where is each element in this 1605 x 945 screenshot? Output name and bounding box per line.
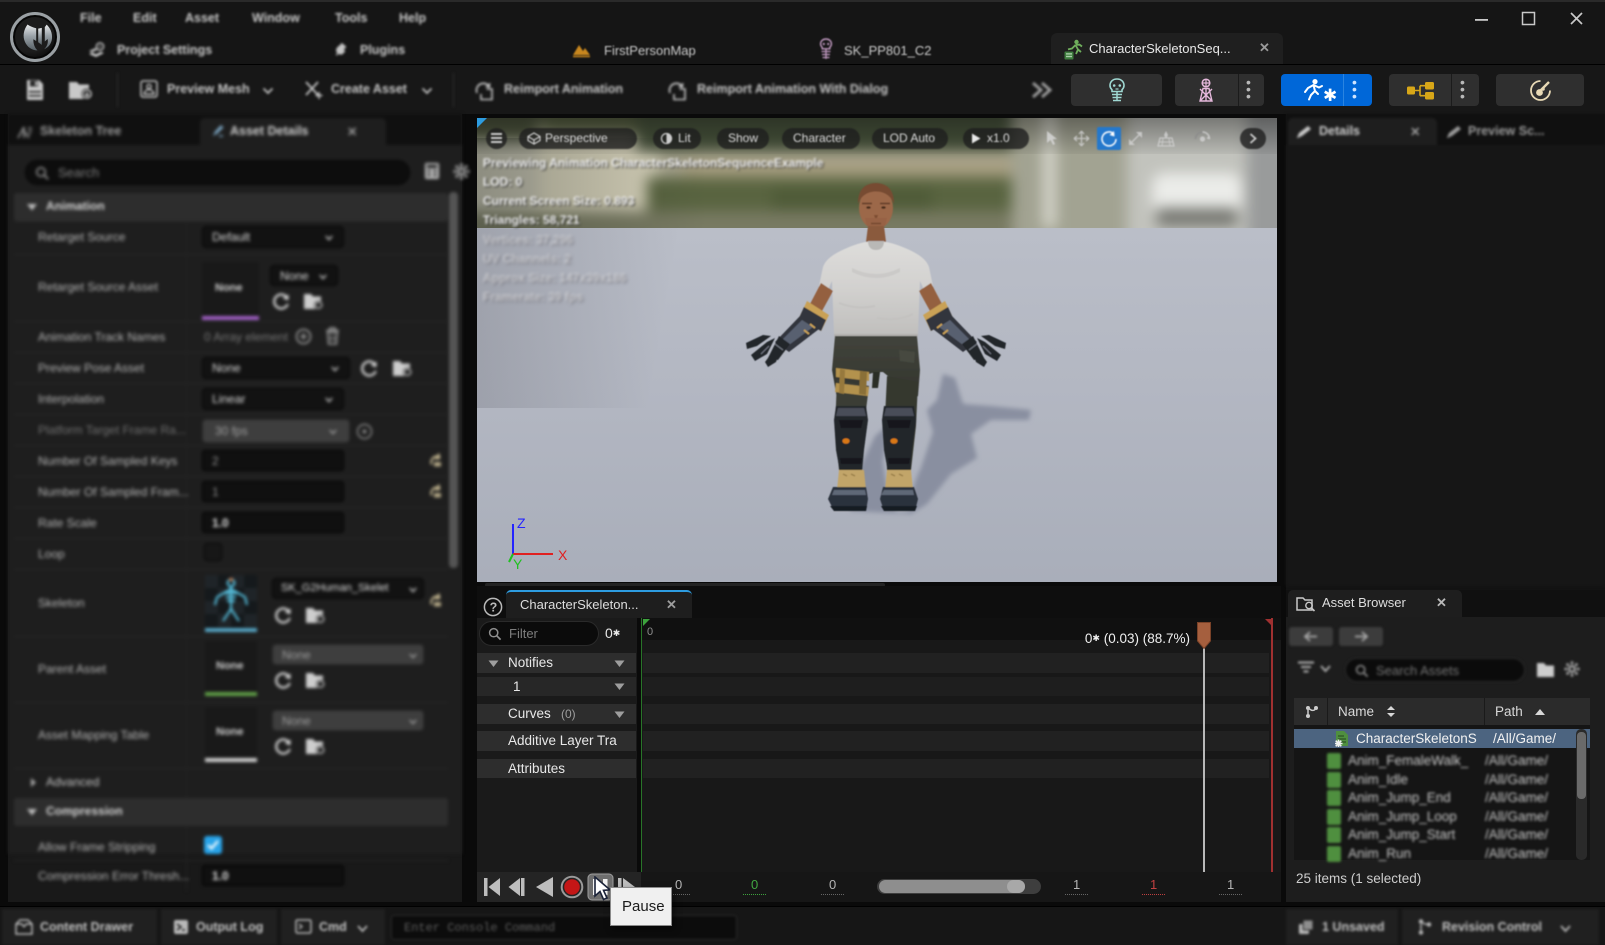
svg-text:Y: Y (513, 556, 523, 571)
svg-text:X: X (558, 547, 568, 563)
svg-text:?: ? (490, 601, 498, 615)
svg-text:Z: Z (517, 516, 526, 531)
